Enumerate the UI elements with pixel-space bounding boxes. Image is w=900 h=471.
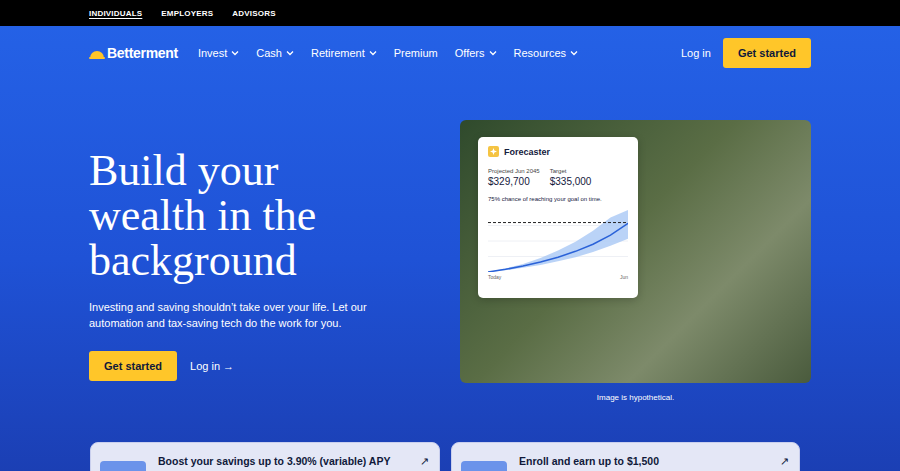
sparkle-icon bbox=[488, 146, 499, 157]
nav-link[interactable]: Offers bbox=[455, 47, 497, 59]
nav-link[interactable]: Invest bbox=[198, 47, 239, 59]
audience-tab[interactable]: INDIVIDUALS bbox=[89, 9, 142, 18]
arrow-icon: ↗ bbox=[420, 455, 429, 468]
audience-tab[interactable]: ADVISORS bbox=[232, 9, 275, 18]
hero-title: Build your wealth in the background bbox=[89, 148, 359, 283]
sun-logo-icon bbox=[89, 47, 105, 59]
nav-link[interactable]: Premium bbox=[394, 47, 438, 59]
audience-tab[interactable]: EMPLOYERS bbox=[161, 9, 213, 18]
chevron-down-icon bbox=[286, 50, 294, 56]
forecast-band bbox=[488, 210, 628, 272]
hero: Build your wealth in the background Inves… bbox=[89, 120, 811, 402]
chevron-down-icon bbox=[570, 50, 578, 56]
chevron-down-icon bbox=[489, 50, 497, 56]
main-nav: Betterment Invest Cash Retirement Premium… bbox=[89, 26, 811, 80]
projected-stat: Projected Jun 2045$329,700 bbox=[488, 168, 540, 187]
image-caption: Image is hypothetical. bbox=[597, 393, 674, 402]
hero-body: Investing and saving shouldn’t take over… bbox=[89, 299, 404, 331]
promo-icon bbox=[100, 461, 146, 471]
login-link[interactable]: Log in bbox=[681, 47, 711, 59]
forecast-chart bbox=[488, 210, 628, 272]
arrow-icon: ↗ bbox=[780, 455, 789, 468]
target-stat: Target$335,000 bbox=[550, 168, 592, 187]
login-link[interactable]: Log in → bbox=[190, 360, 234, 372]
chevron-down-icon bbox=[231, 50, 239, 56]
nav-link[interactable]: Retirement bbox=[311, 47, 377, 59]
nav-link[interactable]: Resources bbox=[514, 47, 579, 59]
promo-row: Boost your savings up to 3.90% (variable… bbox=[89, 442, 811, 471]
hero-photo: ForecasterProjected Jun 2045$329,700Targ… bbox=[460, 120, 811, 383]
get-started-button[interactable]: Get started bbox=[723, 38, 811, 68]
audience-bar: INDIVIDUALS EMPLOYERS ADVISORS bbox=[0, 0, 900, 26]
page: INDIVIDUALS EMPLOYERS ADVISORS Betterment In… bbox=[0, 0, 900, 471]
promo-card[interactable]: Boost your savings up to 3.90% (variable… bbox=[90, 442, 440, 471]
promo-card[interactable]: Enroll and earn up to $1,500↗ bbox=[451, 442, 800, 471]
promo-icon bbox=[461, 461, 507, 471]
forecaster-card: ForecasterProjected Jun 2045$329,700Targ… bbox=[478, 137, 638, 298]
chevron-down-icon bbox=[369, 50, 377, 56]
get-started-button[interactable]: Get started bbox=[89, 351, 177, 381]
nav-link[interactable]: Cash bbox=[256, 47, 294, 59]
brand-logo[interactable]: Betterment bbox=[89, 45, 178, 61]
target-line bbox=[488, 222, 628, 223]
forecast-line bbox=[488, 223, 628, 272]
